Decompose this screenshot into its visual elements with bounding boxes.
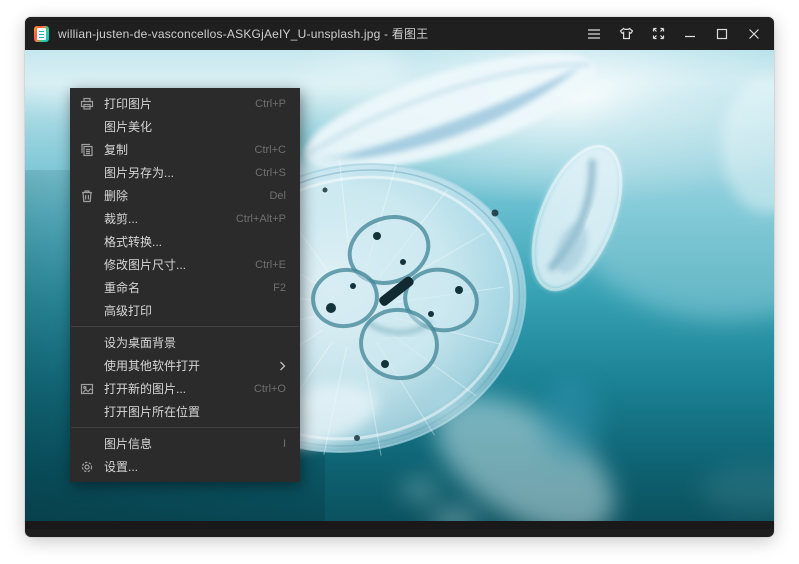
no-icon <box>78 303 96 319</box>
app-logo-icon <box>34 26 49 42</box>
menu-item-shortcut: F2 <box>273 282 286 294</box>
submenu-arrow-icon <box>279 361 286 371</box>
desktop-background: { "window": { "title": "willian-justen-d… <box>0 0 799 564</box>
minimize-button[interactable] <box>674 17 706 50</box>
menu-item-label: 打开新的图片... <box>104 380 242 397</box>
menu-separator <box>71 427 299 428</box>
menu-item-label: 打印图片 <box>104 95 243 112</box>
menu-item[interactable]: 图片美化 <box>70 115 300 138</box>
printer-icon <box>78 96 96 112</box>
menu-item-label: 复制 <box>104 141 243 158</box>
minimize-icon <box>684 28 696 40</box>
no-icon <box>78 404 96 420</box>
menu-item-label: 修改图片尺寸... <box>104 256 243 273</box>
no-icon <box>78 211 96 227</box>
maximize-button[interactable] <box>706 17 738 50</box>
hamburger-icon <box>587 28 601 40</box>
menu-item[interactable]: 重命名 F2 <box>70 276 300 299</box>
no-icon <box>78 358 96 374</box>
copy-icon <box>78 142 96 158</box>
menu-item[interactable]: 使用其他软件打开 <box>70 354 300 377</box>
menu-item[interactable]: 设置... <box>70 455 300 478</box>
menu-item-label: 重命名 <box>104 279 261 296</box>
window-bottom-strip <box>25 521 774 529</box>
no-icon <box>78 257 96 273</box>
menu-item-label: 裁剪... <box>104 210 224 227</box>
menu-item[interactable]: 设为桌面背景 <box>70 331 300 354</box>
menu-item-shortcut: Ctrl+S <box>255 167 286 179</box>
menu-item[interactable]: 删除 Del <box>70 184 300 207</box>
menu-item-shortcut: Ctrl+Alt+P <box>236 213 286 225</box>
trash-icon <box>78 188 96 204</box>
menu-item[interactable]: 打开新的图片... Ctrl+O <box>70 377 300 400</box>
viewer-window: willian-justen-de-vasconcellos-ASKGjAeIY… <box>25 17 774 537</box>
context-menu: 打印图片 Ctrl+P 图片美化复制 Ctrl+C 图片另存为... Ctrl+S 删除 De… <box>70 88 300 482</box>
menu-item[interactable]: 裁剪... Ctrl+Alt+P <box>70 207 300 230</box>
image-icon <box>78 381 96 397</box>
menu-item-label: 设为桌面背景 <box>104 334 286 351</box>
menu-item-label: 设置... <box>104 458 286 475</box>
menu-item-shortcut: Ctrl+P <box>255 98 286 110</box>
no-icon <box>78 165 96 181</box>
menu-item[interactable]: 打开图片所在位置 <box>70 400 300 423</box>
menu-item[interactable]: 图片信息 I <box>70 432 300 455</box>
menu-item[interactable]: 复制 Ctrl+C <box>70 138 300 161</box>
window-title: willian-justen-de-vasconcellos-ASKGjAeIY… <box>58 25 578 42</box>
menu-item[interactable]: 打印图片 Ctrl+P <box>70 92 300 115</box>
no-icon <box>78 280 96 296</box>
fullscreen-button[interactable] <box>642 17 674 50</box>
tshirt-icon <box>619 27 634 40</box>
no-icon <box>78 436 96 452</box>
menu-item-label: 图片美化 <box>104 118 286 135</box>
theme-skin-button[interactable] <box>610 17 642 50</box>
menu-item-shortcut: Ctrl+C <box>255 144 286 156</box>
close-button[interactable] <box>738 17 770 50</box>
menu-item-shortcut: I <box>283 438 286 450</box>
menu-item-label: 高级打印 <box>104 302 286 319</box>
menu-item-shortcut: Del <box>269 190 286 202</box>
menu-item-label: 图片另存为... <box>104 164 243 181</box>
menu-item[interactable]: 图片另存为... Ctrl+S <box>70 161 300 184</box>
menu-item-label: 打开图片所在位置 <box>104 403 286 420</box>
maximize-icon <box>716 28 728 40</box>
menu-separator <box>71 326 299 327</box>
menu-item-label: 图片信息 <box>104 435 271 452</box>
menu-item-label: 格式转换... <box>104 233 286 250</box>
main-menu-button[interactable] <box>578 17 610 50</box>
no-icon <box>78 335 96 351</box>
gear-icon <box>78 459 96 475</box>
titlebar[interactable]: willian-justen-de-vasconcellos-ASKGjAeIY… <box>25 17 774 50</box>
menu-item-label: 删除 <box>104 187 257 204</box>
menu-item-shortcut: Ctrl+O <box>254 383 286 395</box>
menu-item[interactable]: 高级打印 <box>70 299 300 322</box>
no-icon <box>78 234 96 250</box>
menu-item-shortcut: Ctrl+E <box>255 259 286 271</box>
menu-item-label: 使用其他软件打开 <box>104 357 267 374</box>
menu-item[interactable]: 格式转换... <box>70 230 300 253</box>
menu-item[interactable]: 修改图片尺寸... Ctrl+E <box>70 253 300 276</box>
no-icon <box>78 119 96 135</box>
close-icon <box>748 28 760 40</box>
window-controls <box>578 17 770 50</box>
expand-icon <box>652 27 665 40</box>
